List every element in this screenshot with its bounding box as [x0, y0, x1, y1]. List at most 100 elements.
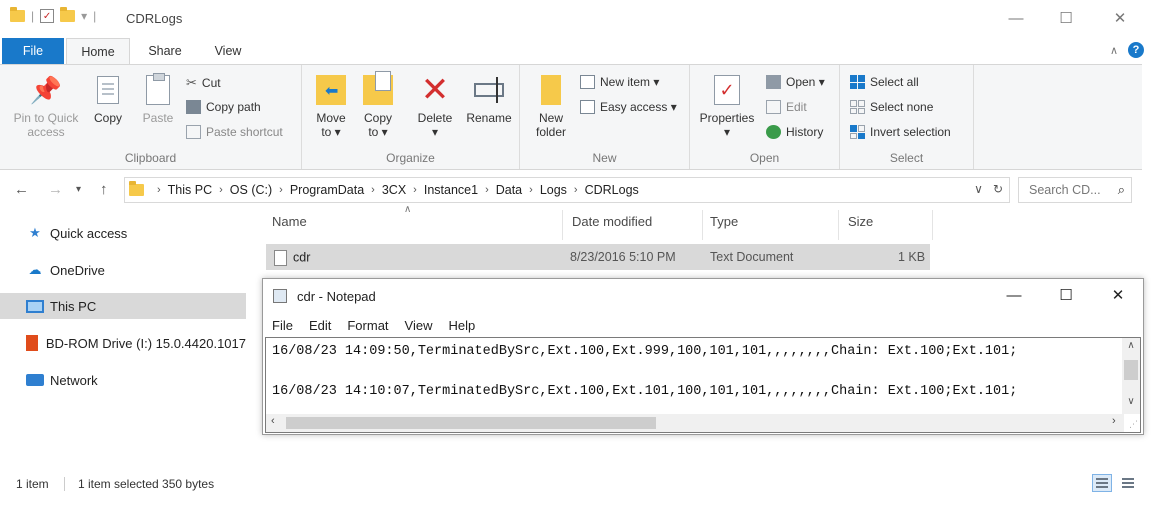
refresh-icon[interactable]: ↻	[993, 182, 1003, 196]
column-header-size[interactable]: Size	[848, 214, 873, 236]
notepad-title-bar[interactable]: cdr - Notepad — ☐ ✕	[263, 279, 1143, 313]
nav-item-this-pc[interactable]: This PC	[0, 293, 246, 319]
column-header-name[interactable]: Name	[272, 214, 307, 236]
search-input[interactable]: Search CD... ⌕	[1018, 177, 1132, 203]
search-icon: ⌕	[1117, 182, 1125, 197]
help-icon[interactable]: ?	[1128, 42, 1144, 58]
office-disc-icon	[26, 335, 38, 351]
tab-file[interactable]: File	[2, 38, 64, 64]
notepad-window: cdr - Notepad — ☐ ✕ File Edit Format Vie…	[262, 278, 1144, 435]
new-folder-icon-large	[541, 75, 561, 105]
sort-ascending-icon: ∧	[404, 204, 412, 215]
back-arrow-icon[interactable]: ←	[14, 181, 29, 198]
open-button[interactable]: Open ▾	[766, 75, 825, 89]
network-icon	[26, 374, 44, 386]
select-none-button[interactable]: Select none	[850, 100, 933, 114]
scroll-right-icon[interactable]: ›	[1112, 415, 1116, 427]
breadcrumb-logs[interactable]: Logs	[540, 183, 567, 197]
horizontal-scroll-thumb[interactable]	[286, 417, 656, 429]
recent-locations-icon[interactable]: ▾	[76, 184, 81, 195]
notepad-close-button[interactable]: ✕	[1095, 283, 1141, 309]
ribbon: 📌 Pin to Quick access Copy Paste ✂ Cut C…	[0, 64, 1142, 170]
address-dropdown-icon[interactable]: ∨	[974, 182, 983, 196]
menu-format[interactable]: Format	[338, 315, 395, 337]
menu-help[interactable]: Help	[439, 315, 482, 337]
table-row[interactable]: cdr 8/23/2016 5:10 PM Text Document 1 KB	[266, 244, 930, 270]
properties-check-icon[interactable]: ✓	[40, 9, 55, 23]
up-arrow-icon[interactable]: ↑	[100, 181, 108, 198]
details-view-button[interactable]	[1092, 474, 1112, 492]
maximize-button[interactable]: ☐	[1046, 6, 1086, 32]
copy-path-icon	[186, 100, 201, 114]
notepad-text-area[interactable]: 16/08/23 14:09:50,TerminatedBySrc,Ext.10…	[265, 337, 1141, 433]
select-all-button[interactable]: Select all	[850, 75, 919, 89]
nav-item-onedrive[interactable]: ☁ OneDrive	[0, 257, 246, 283]
breadcrumb-data[interactable]: Data	[496, 183, 522, 197]
selection-info: 1 item selected 350 bytes	[78, 477, 215, 491]
large-icons-view-button[interactable]	[1118, 474, 1138, 492]
vertical-scrollbar[interactable]: ∧ ∨	[1122, 338, 1140, 414]
nav-item-network[interactable]: Network	[0, 367, 246, 393]
move-to-button[interactable]: Move to ▾	[312, 73, 350, 139]
tab-home[interactable]: Home	[66, 38, 130, 65]
new-item-button[interactable]: New item ▾	[580, 75, 659, 89]
copy-button[interactable]: Copy	[88, 73, 128, 125]
new-folder-icon[interactable]	[60, 7, 76, 22]
notepad-minimize-button[interactable]: —	[991, 283, 1037, 309]
menu-edit[interactable]: Edit	[300, 315, 338, 337]
forward-arrow-icon[interactable]: →	[48, 181, 63, 198]
breadcrumb-cdrlogs[interactable]: CDRLogs	[585, 183, 639, 197]
menu-file[interactable]: File	[263, 315, 300, 337]
paste-button[interactable]: Paste	[136, 73, 180, 125]
collapse-ribbon-icon[interactable]: ∧	[1110, 44, 1118, 57]
minimize-button[interactable]: —	[996, 6, 1036, 32]
select-none-icon	[850, 100, 865, 114]
scroll-left-icon[interactable]: ‹	[271, 415, 275, 427]
cut-button[interactable]: ✂ Cut	[186, 75, 221, 91]
copy-to-button[interactable]: Copy to ▾	[358, 71, 398, 139]
tab-share[interactable]: Share	[134, 38, 196, 64]
nav-item-bd-rom[interactable]: BD-ROM Drive (I:) 15.0.4420.1017	[0, 330, 246, 356]
computer-icon	[26, 299, 44, 313]
resize-grip-icon[interactable]: ⋰	[1129, 419, 1138, 430]
paste-shortcut-button[interactable]: Paste shortcut	[186, 125, 283, 139]
column-header-type[interactable]: Type	[710, 214, 738, 236]
qa-dropdown-icon[interactable]: ▾	[81, 9, 87, 23]
copy-path-button[interactable]: Copy path	[186, 100, 261, 114]
new-folder-button[interactable]: New folder	[530, 73, 572, 139]
history-button[interactable]: History	[766, 125, 823, 139]
nav-item-quick-access[interactable]: ★ Quick access	[0, 220, 246, 246]
status-bar: 1 item 1 item selected 350 bytes	[0, 472, 1152, 496]
pin-to-quick-access-button[interactable]: 📌 Pin to Quick access	[8, 73, 84, 139]
scroll-down-icon[interactable]: ∨	[1122, 396, 1140, 407]
breadcrumb-os-c[interactable]: OS (C:)	[230, 183, 272, 197]
column-header-date[interactable]: Date modified	[572, 214, 652, 236]
close-button[interactable]: ✕	[1100, 6, 1140, 32]
tab-view[interactable]: View	[200, 38, 256, 64]
easy-access-icon	[580, 100, 595, 114]
delete-button[interactable]: ✕ Delete ▾	[414, 73, 456, 139]
breadcrumb-instance1[interactable]: Instance1	[424, 183, 478, 197]
text-file-icon	[274, 250, 287, 266]
vertical-scroll-thumb[interactable]	[1124, 360, 1138, 380]
new-item-icon	[580, 75, 595, 89]
properties-button[interactable]: ✓ Properties ▾	[696, 73, 758, 139]
quick-access-toolbar: | ✓ ▾ |	[10, 7, 96, 23]
copy-icon	[97, 76, 119, 104]
large-icons-view-icon	[1122, 478, 1134, 480]
breadcrumb-programdata[interactable]: ProgramData	[290, 183, 364, 197]
select-group: Select all Select none Invert selection …	[840, 65, 974, 169]
address-bar[interactable]: › This PC › OS (C:) › ProgramData › 3CX › Ins…	[124, 177, 1010, 203]
folder-icon[interactable]	[10, 7, 25, 22]
breadcrumb-this-pc[interactable]: This PC	[168, 183, 212, 197]
scroll-up-icon[interactable]: ∧	[1122, 340, 1140, 351]
menu-view[interactable]: View	[396, 315, 440, 337]
navigation-bar: ← → ▾ ↑ › This PC › OS (C:) › ProgramData ›…	[0, 174, 1152, 206]
invert-selection-button[interactable]: Invert selection	[850, 125, 951, 139]
breadcrumb-3cx[interactable]: 3CX	[382, 183, 406, 197]
notepad-maximize-button[interactable]: ☐	[1043, 283, 1089, 309]
edit-button[interactable]: Edit	[766, 100, 807, 114]
rename-button[interactable]: Rename	[464, 73, 514, 125]
horizontal-scrollbar[interactable]: ‹ ›	[266, 414, 1124, 432]
easy-access-button[interactable]: Easy access ▾	[580, 100, 677, 114]
